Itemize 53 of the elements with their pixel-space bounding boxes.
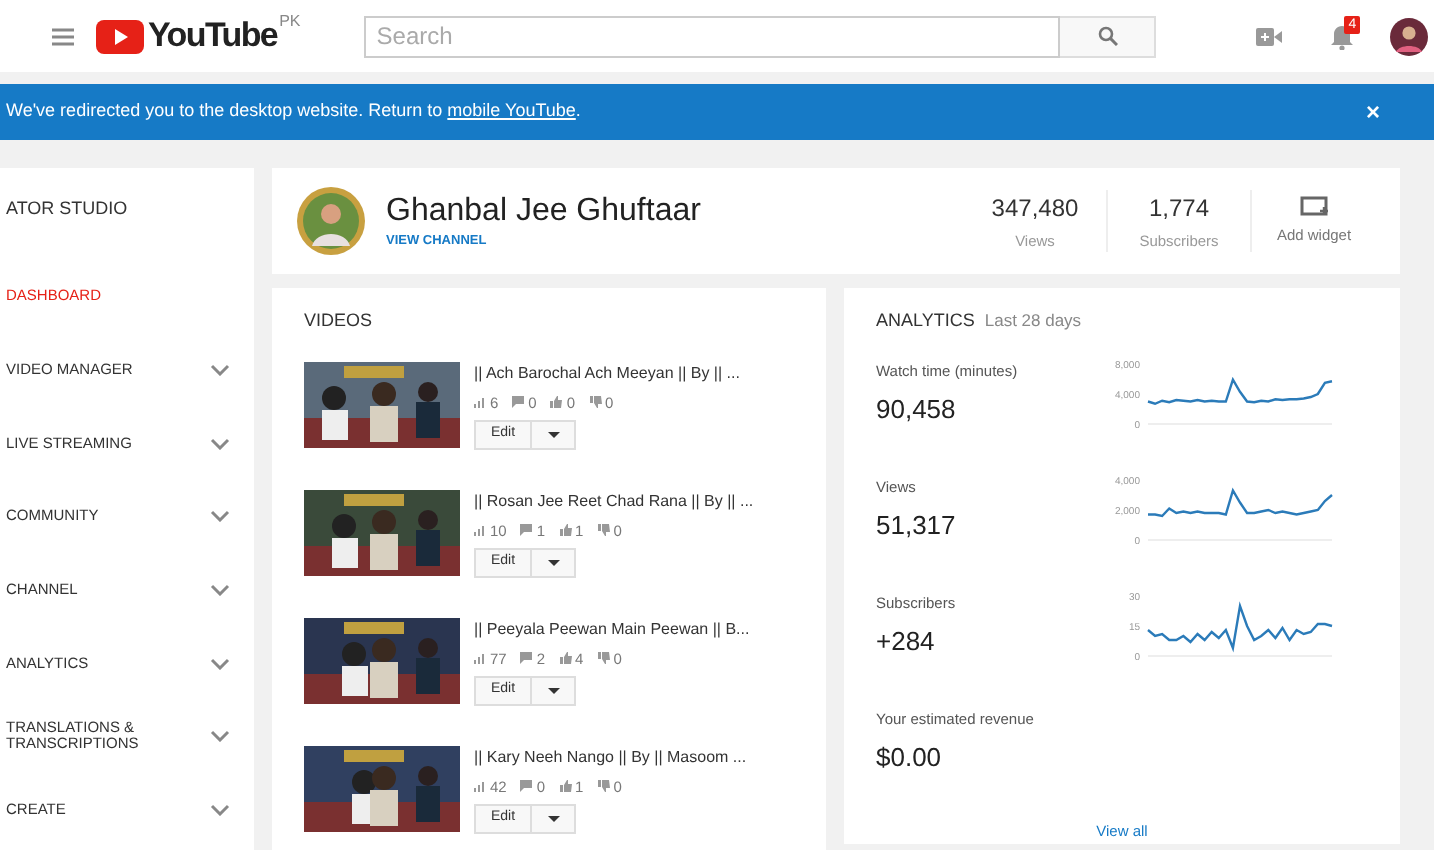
caret-icon [547, 687, 559, 694]
thumbs-down-icon [597, 524, 610, 537]
dropdown-button[interactable] [532, 675, 576, 706]
region-label: PK [279, 10, 301, 34]
close-button[interactable]: × [1365, 100, 1380, 124]
stat-value: 1,774 [1148, 191, 1210, 226]
thumbs-down-icon [589, 396, 602, 409]
caret-icon [547, 431, 559, 438]
search-field[interactable]: Search [364, 15, 1061, 57]
dropdown-button[interactable] [532, 547, 576, 578]
banner-text: We've redirected you to the desktop website. Return to mobile YouTube. [6, 98, 581, 125]
play-logo-icon [96, 19, 144, 53]
thumbs-up-icon [550, 396, 563, 409]
thumbs-up-icon [559, 524, 572, 537]
menu-icon[interactable] [52, 27, 74, 45]
widget-add-icon [1300, 195, 1328, 216]
comment-icon [520, 780, 533, 793]
avatar-icon[interactable] [1390, 17, 1429, 55]
channel-name: Ghanbal Jee Ghuftaar [386, 191, 701, 232]
bar-chart-icon [474, 653, 486, 664]
bar-chart-icon [474, 525, 486, 536]
video-title[interactable]: || Rosan Jee Reet Chad Rana || By || ... [474, 489, 754, 513]
metric-value: 90,458 [876, 392, 958, 429]
comment-icon [520, 524, 533, 537]
logo-text: YouTube [148, 14, 278, 59]
thumbs-down-icon [597, 652, 610, 665]
comment-icon [512, 396, 525, 409]
period-label: Last 28 days [984, 308, 1082, 334]
video-title[interactable]: || Peeyala Peewan Main Peewan || B... [474, 617, 750, 641]
section-title: ANALYTICS [876, 308, 975, 334]
video-title[interactable]: || Ach Barochal Ach Meeyan || By || ... [474, 361, 740, 385]
metric-value: 51,317 [876, 508, 958, 545]
comment-icon [520, 652, 533, 665]
mobile-link[interactable]: mobile YouTube [447, 100, 576, 121]
search-button[interactable] [1060, 15, 1157, 57]
bar-chart-icon [474, 397, 486, 408]
sidebar-title: ATOR STUDIO [4, 196, 130, 222]
bar-chart-icon [474, 781, 486, 792]
thumbs-up-icon [559, 780, 572, 793]
caret-icon [547, 559, 559, 566]
video-camera-icon[interactable] [1256, 27, 1283, 45]
caret-icon [547, 815, 559, 822]
metric-value: $0.00 [876, 740, 944, 777]
metric-value: +284 [876, 624, 937, 661]
video-title[interactable]: || Kary Neeh Nango || By || Masoom ... [474, 745, 747, 769]
thumbs-up-icon [559, 652, 572, 665]
section-title: VIDEOS [304, 308, 375, 334]
thumbs-down-icon [597, 780, 610, 793]
dropdown-button[interactable] [532, 803, 576, 834]
channel-avatar-icon [296, 186, 366, 256]
dropdown-button[interactable] [532, 419, 576, 450]
search-icon [1097, 26, 1118, 46]
stat-value: 347,480 [991, 191, 1079, 226]
